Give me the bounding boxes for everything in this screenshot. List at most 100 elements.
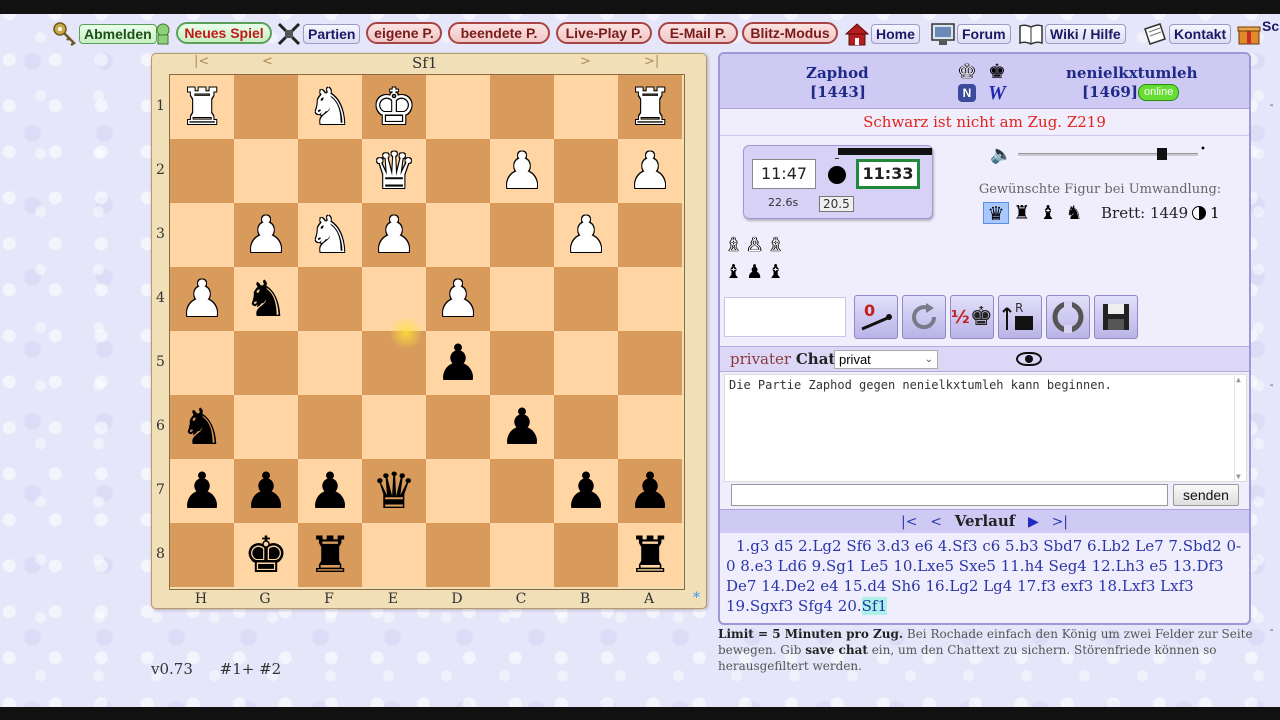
black-rook-icon[interactable]: ♜ (308, 530, 353, 580)
board-square[interactable] (234, 139, 298, 203)
black-rook-icon[interactable]: ♜ (628, 530, 673, 580)
white-pawn-icon[interactable]: ♟ (244, 210, 289, 260)
board-square[interactable] (234, 395, 298, 459)
board-square[interactable]: ♟ (234, 203, 298, 267)
board-square[interactable] (362, 267, 426, 331)
board-square[interactable]: ♟ (554, 203, 618, 267)
black-pawn-icon[interactable]: ♟ (628, 466, 673, 516)
black-pawn-icon[interactable]: ♟ (436, 338, 481, 388)
board-prev-button[interactable]: < (262, 54, 273, 69)
board-square[interactable] (490, 267, 554, 331)
chat-log[interactable]: Die Partie Zaphod gegen nenielkxtumleh k… (724, 374, 1247, 482)
board-square[interactable]: ♟ (170, 267, 234, 331)
contact-link[interactable]: Kontakt (1142, 21, 1232, 47)
scroll-down-icon[interactable]: ▼ (1236, 472, 1241, 481)
board-square[interactable] (426, 203, 490, 267)
board-square[interactable] (490, 75, 554, 139)
send-button[interactable]: senden (1173, 484, 1239, 506)
offer-draw-button[interactable]: ½ ♚ (950, 295, 994, 339)
current-move[interactable]: Sf1 (861, 597, 888, 615)
logout-link[interactable]: Abmelden (52, 21, 157, 47)
speaker-icon[interactable]: 🔈 (990, 144, 1012, 165)
board-square[interactable]: ♟ (618, 139, 682, 203)
board-square[interactable]: ♟ (234, 459, 298, 523)
board-square[interactable]: ♚ (362, 75, 426, 139)
board-square[interactable]: ♟ (298, 459, 362, 523)
volume-slider[interactable] (1018, 153, 1198, 156)
board-square[interactable] (554, 139, 618, 203)
board-square[interactable]: ♛ (362, 139, 426, 203)
white-knight-icon[interactable]: ♞ (308, 82, 353, 132)
liveplay-games-button[interactable]: Live-Play P. (556, 22, 652, 44)
promo-knight-icon[interactable]: ♞ (1061, 202, 1087, 224)
board-square[interactable] (618, 395, 682, 459)
games-link[interactable]: Partien (276, 21, 361, 47)
finished-games-button[interactable]: beendete P. (448, 22, 550, 44)
board-square[interactable]: ♞ (234, 267, 298, 331)
email-games-button[interactable]: E-Mail P. (658, 22, 738, 44)
history-prev-button[interactable]: < (930, 514, 942, 530)
refresh-button[interactable] (902, 295, 946, 339)
promo-queen-icon[interactable]: ♛ (983, 202, 1009, 225)
board-square[interactable] (554, 523, 618, 587)
board-square[interactable] (362, 523, 426, 587)
white-pawn-icon[interactable]: ♟ (500, 146, 545, 196)
home-link[interactable]: Home (844, 21, 920, 47)
board-square[interactable]: ♟ (426, 267, 490, 331)
edge-nav-label[interactable]: Sc (1262, 18, 1279, 34)
white-rook-icon[interactable]: ♜ (628, 82, 673, 132)
wiki-link[interactable]: Wiki / Hilfe (1018, 21, 1126, 47)
blitz-mode-button[interactable]: Blitz-Modus (742, 22, 838, 44)
white-queen-icon[interactable]: ♛ (372, 146, 417, 196)
board-square[interactable] (298, 139, 362, 203)
promo-bishop-icon[interactable]: ♝ (1035, 202, 1061, 224)
board-square[interactable] (554, 395, 618, 459)
board-square[interactable] (490, 523, 554, 587)
black-knight-icon[interactable]: ♞ (180, 402, 225, 452)
board-square[interactable] (490, 331, 554, 395)
board-square[interactable] (298, 331, 362, 395)
chat-scrollbar[interactable]: ▲ ▼ (1234, 375, 1246, 481)
board-square[interactable] (362, 395, 426, 459)
board-square[interactable]: ♟ (426, 331, 490, 395)
board-square[interactable] (170, 523, 234, 587)
resign-button[interactable]: 0 (854, 295, 898, 339)
board-square[interactable] (618, 267, 682, 331)
white-pawn-icon[interactable]: ♟ (180, 274, 225, 324)
board-square[interactable]: ♞ (298, 75, 362, 139)
board-square[interactable]: ♟ (362, 203, 426, 267)
black-king-icon[interactable]: ♚ (244, 530, 289, 580)
black-pawn-icon[interactable]: ♟ (244, 466, 289, 516)
board-square[interactable]: ♟ (554, 459, 618, 523)
black-pawn-icon[interactable]: ♟ (564, 466, 609, 516)
new-game-link[interactable] (150, 21, 177, 47)
board-square[interactable] (426, 139, 490, 203)
move-input-box[interactable] (724, 297, 846, 337)
promo-rook-icon[interactable]: ♜ (1009, 202, 1035, 224)
undo-move-button[interactable]: R (998, 295, 1042, 339)
board-square[interactable]: ♞ (170, 395, 234, 459)
board-square[interactable]: ♚ (234, 523, 298, 587)
board-square[interactable] (618, 331, 682, 395)
history-first-button[interactable]: |< (901, 514, 917, 530)
white-pawn-icon[interactable]: ♟ (372, 210, 417, 260)
history-play-icon[interactable]: ▶ (1028, 514, 1039, 530)
board-square[interactable] (234, 331, 298, 395)
board-square[interactable] (426, 523, 490, 587)
history-last-button[interactable]: >| (1052, 514, 1068, 530)
board-first-button[interactable]: |< (194, 54, 209, 69)
white-pawn-icon[interactable]: ♟ (628, 146, 673, 196)
board-square[interactable] (298, 267, 362, 331)
rotate-board-button[interactable] (1046, 295, 1090, 339)
white-rook-icon[interactable]: ♜ (180, 82, 225, 132)
board-last-button[interactable]: >| (644, 54, 659, 69)
white-pawn-icon[interactable]: ♟ (436, 274, 481, 324)
board-square[interactable]: ♛ (362, 459, 426, 523)
board-square[interactable] (426, 75, 490, 139)
black-player-name[interactable]: nenielkxtumleh (1066, 64, 1197, 82)
board-square[interactable]: ♞ (298, 203, 362, 267)
board-square[interactable]: ♟ (170, 459, 234, 523)
eye-icon[interactable] (1016, 352, 1042, 366)
white-knight-icon[interactable]: ♞ (308, 210, 353, 260)
board-square[interactable] (170, 331, 234, 395)
